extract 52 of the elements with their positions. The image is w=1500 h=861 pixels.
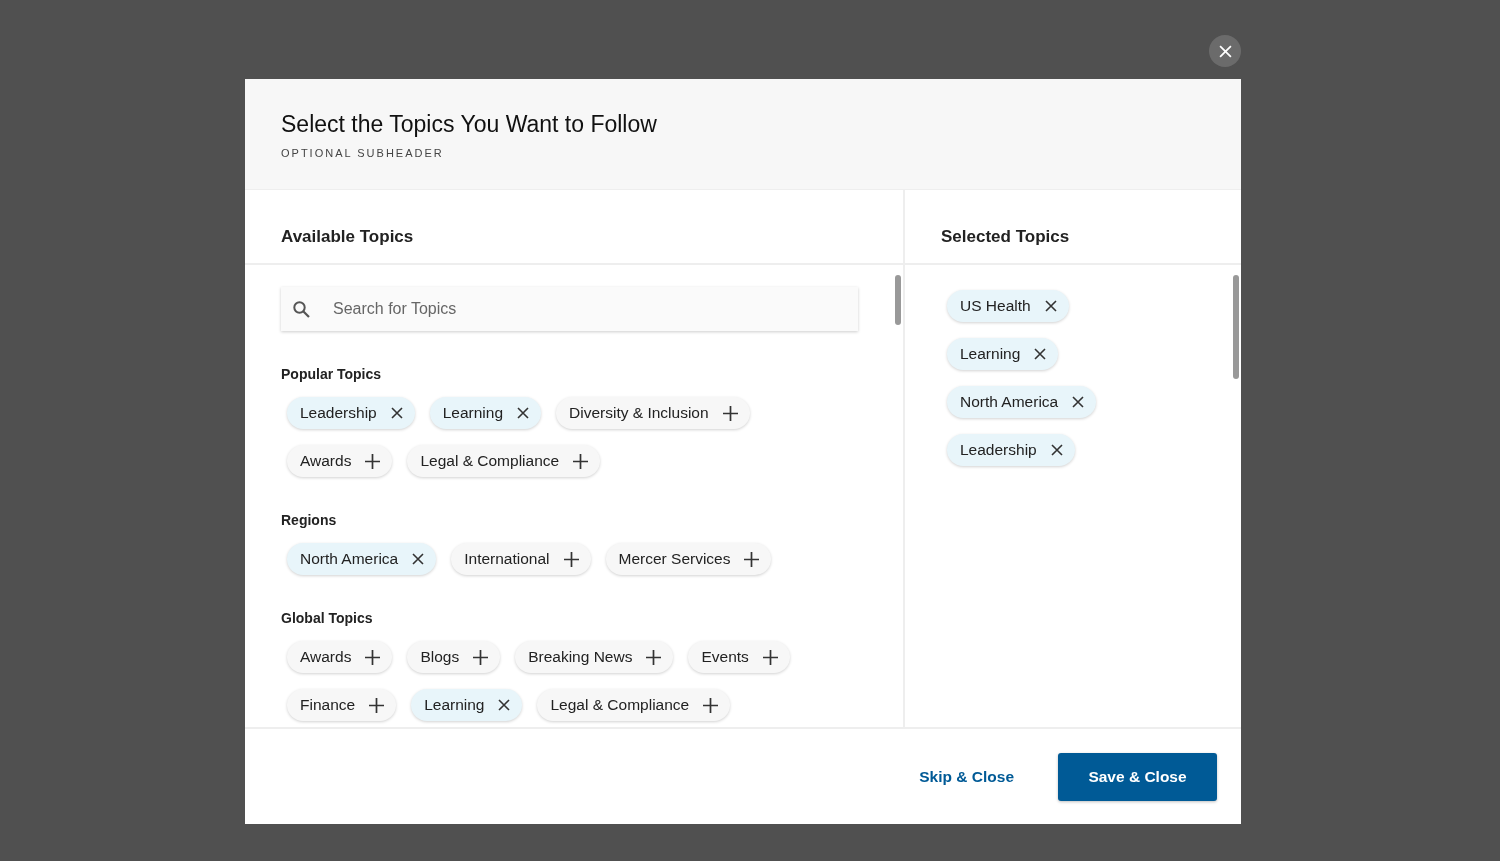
group-label: Global Topics [281,609,373,628]
topic-chip[interactable]: International [451,543,591,575]
column-heading: Selected Topics [941,226,1070,248]
remove-icon [1218,44,1232,58]
add-icon [722,405,738,421]
remove-icon [1050,444,1063,456]
column-heading: Available Topics [281,226,414,248]
save-button[interactable]: Save & Close [1058,752,1217,801]
topic-chip[interactable]: US Health [947,290,1069,322]
add-icon [365,453,381,469]
group-label: Popular Topics [281,365,382,384]
remove-icon [412,553,425,565]
remove-icon [1034,348,1047,360]
topic-chip[interactable]: Diversity & Inclusion [556,397,750,429]
add-icon [646,649,662,665]
topic-chip[interactable]: Awards [287,641,393,673]
add-icon [703,697,719,713]
topic-chip[interactable]: North America [287,543,437,575]
dialog-title: Select the Topics You Want to Follow [281,111,658,139]
topic-chip[interactable]: Events [688,641,790,673]
remove-icon [390,407,403,419]
scrollbar-thumb[interactable] [1233,275,1239,379]
close-button[interactable] [1209,35,1241,67]
dialog-subheader: OPTIONAL SUBHEADER [281,145,445,161]
topic-chip[interactable]: Legal & Compliance [407,445,601,477]
skip-link[interactable]: Skip & Close [913,763,1020,790]
topic-chip[interactable]: Learning [947,338,1059,370]
topic-chip[interactable]: Breaking News [515,641,674,673]
add-icon [563,551,579,567]
remove-icon [498,699,511,711]
remove-icon [1072,396,1085,408]
add-icon [744,551,760,567]
topic-chip[interactable]: Learning [429,397,542,429]
add-icon [365,649,381,665]
add-icon [473,649,489,665]
topic-chip[interactable]: Blogs [407,641,501,673]
topic-chip[interactable]: Leadership [947,434,1075,466]
group-label: Regions [281,511,337,530]
scrollbar-thumb[interactable] [895,275,901,325]
topic-chip[interactable]: Mercer Services [605,543,772,575]
topic-chip[interactable]: Legal & Compliance [537,689,731,721]
topic-chip[interactable]: North America [947,386,1097,418]
add-icon [762,649,778,665]
add-icon [573,453,589,469]
add-icon [369,697,385,713]
remove-icon [1044,300,1057,312]
topic-chip[interactable]: Finance [287,689,397,721]
topic-chip[interactable]: Learning [411,689,523,721]
topic-chip[interactable]: Awards [287,445,393,477]
topic-chip[interactable]: Leadership [287,397,415,429]
remove-icon [517,407,530,419]
search-field[interactable]: Search for Topics [281,287,858,331]
